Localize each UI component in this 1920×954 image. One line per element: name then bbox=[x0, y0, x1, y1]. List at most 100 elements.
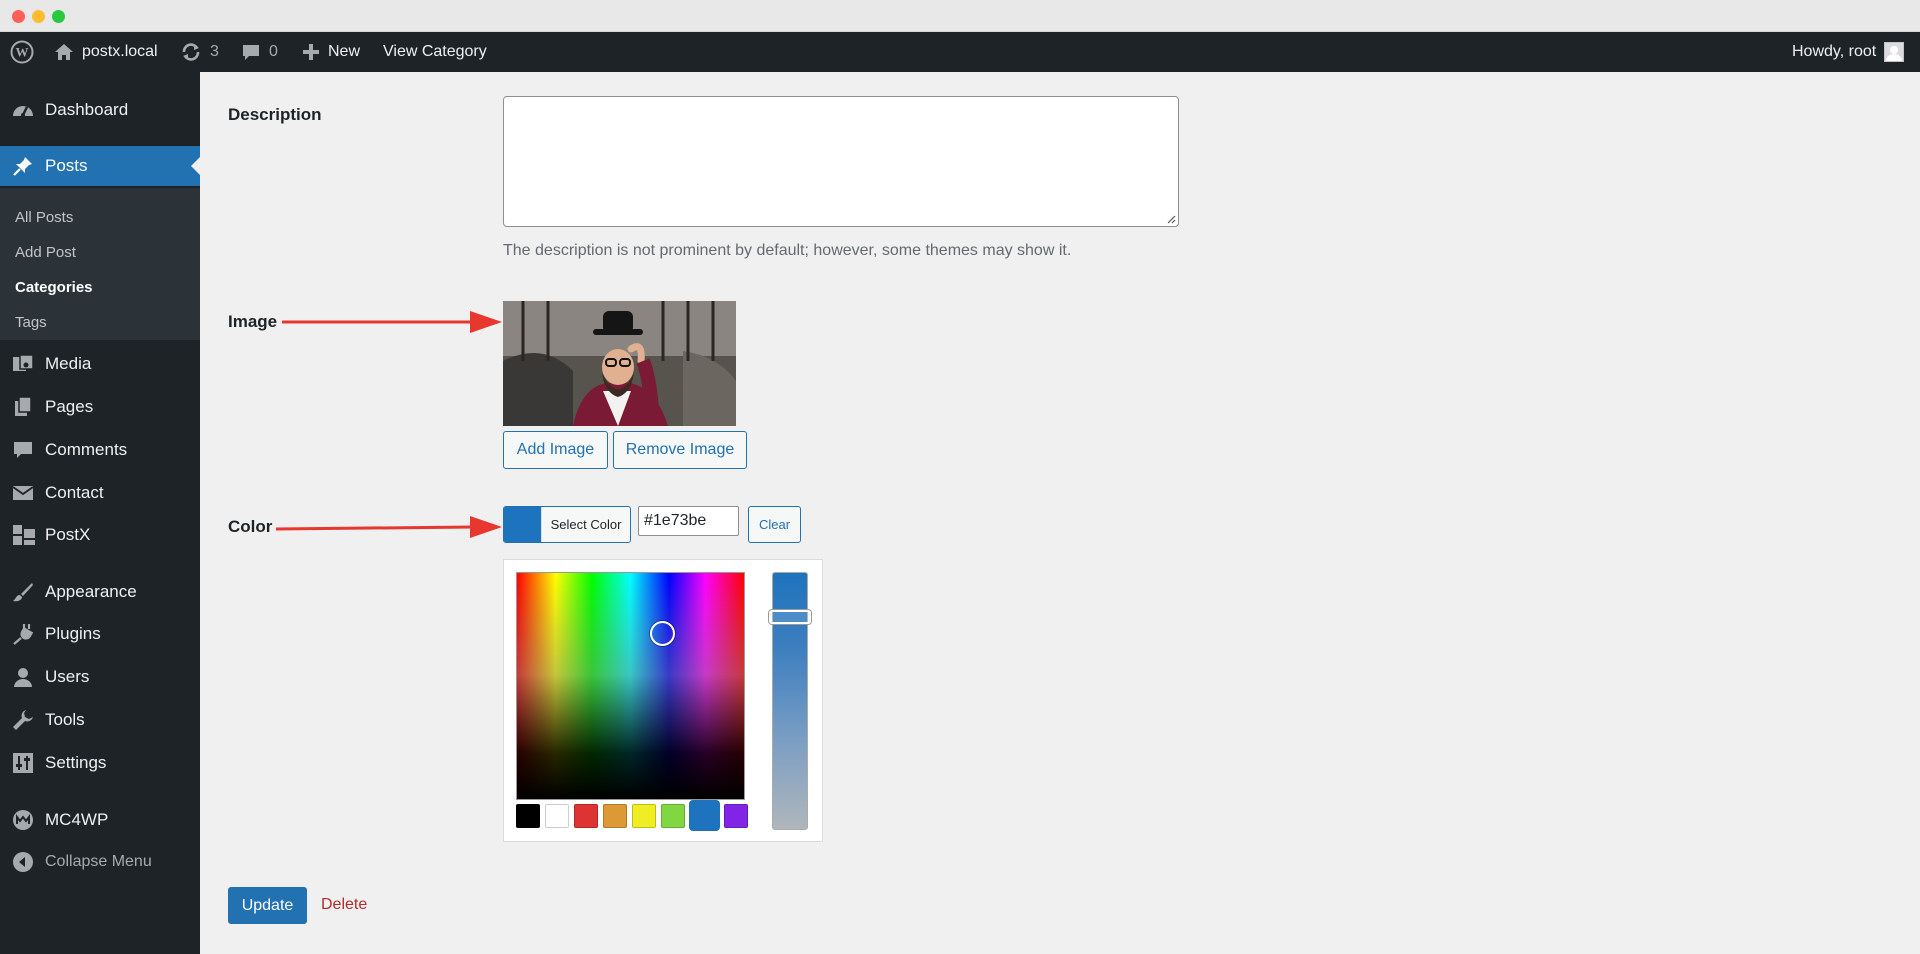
clear-color-button[interactable]: Clear bbox=[748, 506, 801, 543]
admin-bar: W postx.local 3 0 New View Category Howd… bbox=[0, 32, 1920, 72]
color-annotation-arrow bbox=[276, 516, 502, 538]
site-name: postx.local bbox=[82, 43, 158, 60]
pages-icon bbox=[12, 396, 34, 418]
comments-count: 0 bbox=[269, 43, 278, 60]
zoom-window-button[interactable] bbox=[52, 10, 65, 23]
category-image-thumbnail bbox=[503, 301, 736, 426]
admin-sidebar: Dashboard Posts All Posts Add Post Categ… bbox=[0, 72, 200, 954]
menu-posts[interactable]: Posts bbox=[0, 146, 200, 186]
mc4wp-icon bbox=[12, 809, 34, 831]
delete-link[interactable]: Delete bbox=[321, 896, 367, 914]
remove-image-button[interactable]: Remove Image bbox=[613, 431, 747, 469]
menu-label-pages: Pages bbox=[45, 397, 94, 416]
menu-users[interactable]: Users bbox=[0, 657, 200, 697]
menu-settings[interactable]: Settings bbox=[0, 743, 200, 783]
palette-swatch[interactable] bbox=[545, 804, 569, 828]
palette-swatch[interactable] bbox=[516, 804, 540, 828]
menu-label-users: Users bbox=[45, 667, 90, 686]
menu-contact[interactable]: Contact bbox=[0, 473, 200, 513]
color-picker-handle[interactable] bbox=[650, 621, 675, 646]
menu-label-appearance: Appearance bbox=[45, 582, 137, 601]
window-titlebar bbox=[0, 0, 1920, 32]
menu-label-media: Media bbox=[45, 354, 92, 373]
collapse-menu-button[interactable]: Collapse Menu bbox=[0, 842, 200, 882]
palette-swatch[interactable] bbox=[661, 804, 685, 828]
plug-icon bbox=[12, 623, 34, 645]
updates-link[interactable]: 3 bbox=[180, 32, 219, 72]
current-color-swatch bbox=[504, 507, 541, 542]
menu-mc4wp[interactable]: MC4WP bbox=[0, 800, 200, 840]
menu-appearance[interactable]: Appearance bbox=[0, 572, 200, 612]
menu-postx[interactable]: PostX bbox=[0, 515, 200, 555]
palette-swatch[interactable] bbox=[632, 804, 656, 828]
sliders-icon bbox=[12, 752, 34, 774]
menu-label-mc4wp: MC4WP bbox=[45, 810, 109, 829]
comments-link[interactable]: 0 bbox=[241, 32, 278, 72]
menu-label-settings: Settings bbox=[45, 753, 107, 772]
menu-label-comments: Comments bbox=[45, 440, 128, 459]
submenu-add-post[interactable]: Add Post bbox=[15, 244, 76, 261]
add-image-button[interactable]: Add Image bbox=[503, 431, 608, 469]
select-color-label: Select Color bbox=[541, 507, 630, 542]
updates-count: 3 bbox=[210, 43, 219, 60]
menu-label-contact: Contact bbox=[45, 483, 104, 502]
color-picker-square[interactable] bbox=[516, 572, 745, 800]
color-saturation-slider[interactable] bbox=[769, 572, 811, 830]
site-name-link[interactable]: postx.local bbox=[54, 32, 158, 72]
wrench-icon bbox=[12, 709, 34, 731]
view-category-link[interactable]: View Category bbox=[383, 32, 487, 72]
greeting: Howdy, root bbox=[1792, 43, 1877, 60]
brush-icon bbox=[12, 581, 34, 603]
color-label: Color bbox=[228, 517, 273, 536]
minimize-window-button[interactable] bbox=[32, 10, 45, 23]
palette-swatch-selected[interactable] bbox=[690, 801, 719, 830]
submenu-tags[interactable]: Tags bbox=[15, 314, 47, 331]
menu-label-plugins: Plugins bbox=[45, 624, 101, 643]
postx-icon bbox=[12, 524, 36, 546]
svg-text:W: W bbox=[16, 45, 29, 60]
select-color-button[interactable]: Select Color bbox=[503, 506, 631, 543]
palette-swatch[interactable] bbox=[724, 804, 748, 828]
submenu-all-posts[interactable]: All Posts bbox=[15, 209, 73, 226]
color-hex-input[interactable] bbox=[638, 506, 739, 536]
close-window-button[interactable] bbox=[12, 10, 25, 23]
wordpress-logo-icon[interactable]: W bbox=[10, 32, 34, 72]
plus-icon bbox=[302, 43, 320, 61]
palette-swatch[interactable] bbox=[603, 804, 627, 828]
comment-bubble-icon bbox=[241, 42, 261, 62]
menu-label-tools: Tools bbox=[45, 710, 85, 729]
description-label: Description bbox=[228, 105, 322, 124]
menu-label-dashboard: Dashboard bbox=[45, 100, 129, 119]
collapse-menu-label: Collapse Menu bbox=[45, 853, 152, 870]
slider-handle[interactable] bbox=[769, 610, 811, 624]
menu-comments[interactable]: Comments bbox=[0, 430, 200, 470]
user-icon bbox=[12, 666, 34, 688]
posts-submenu: All Posts Add Post Categories Tags bbox=[0, 188, 200, 340]
color-palette bbox=[516, 801, 748, 830]
new-content-link[interactable]: New bbox=[302, 32, 360, 72]
new-label: New bbox=[328, 43, 361, 60]
menu-plugins[interactable]: Plugins bbox=[0, 614, 200, 654]
description-hint: The description is not prominent by defa… bbox=[503, 242, 1072, 259]
menu-label-postx: PostX bbox=[45, 525, 91, 544]
submenu-categories[interactable]: Categories bbox=[15, 279, 93, 296]
my-account-link[interactable]: Howdy, root bbox=[1792, 32, 1905, 72]
dashboard-icon bbox=[12, 99, 34, 121]
pin-icon bbox=[12, 155, 34, 177]
menu-media[interactable]: Media bbox=[0, 344, 200, 384]
update-icon bbox=[180, 41, 202, 63]
description-textarea[interactable] bbox=[503, 96, 1179, 227]
menu-pages[interactable]: Pages bbox=[0, 387, 200, 427]
update-button[interactable]: Update bbox=[228, 887, 307, 924]
palette-swatch[interactable] bbox=[574, 804, 598, 828]
menu-dashboard[interactable]: Dashboard bbox=[0, 90, 200, 130]
image-label: Image bbox=[228, 312, 278, 331]
image-annotation-arrow bbox=[282, 311, 502, 333]
color-picker-panel bbox=[503, 559, 823, 842]
mail-icon bbox=[12, 482, 34, 504]
menu-tools[interactable]: Tools bbox=[0, 700, 200, 740]
comment-icon bbox=[12, 439, 34, 461]
textarea-resize-handle[interactable] bbox=[1166, 214, 1176, 224]
collapse-arrow-icon bbox=[12, 851, 34, 873]
menu-label-posts: Posts bbox=[45, 156, 88, 175]
